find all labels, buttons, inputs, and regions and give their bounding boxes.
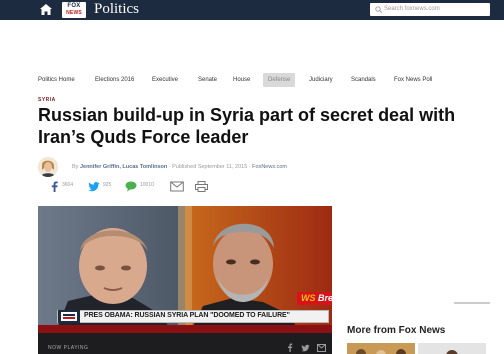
email-video-share-icon[interactable] (317, 344, 326, 352)
nav-item-house[interactable]: House (233, 73, 250, 87)
article-byline: By Jennifer Griffin, Lucas Tomlinson · P… (72, 164, 287, 170)
facebook-share-button[interactable] (50, 179, 59, 192)
twitter-share-button[interactable] (88, 179, 100, 192)
nav-item-politics-home[interactable]: Politics Home (38, 73, 75, 87)
video-control-bar: NOW PLAYING (38, 333, 332, 354)
breaking-news-ticker: WS Breakin (297, 292, 332, 305)
comment-icon (125, 181, 137, 192)
email-share-button[interactable] (170, 179, 184, 192)
chyron-red-bar (38, 325, 332, 333)
byline-prefix: By (72, 164, 79, 170)
ticker-right-text: Breakin (318, 293, 332, 303)
twitter-icon (88, 182, 100, 192)
chyron-headline: PRES OBAMA: RUSSIAN SYRIA PLAN "DOOMED T… (84, 312, 290, 319)
thumbnail-image-2 (418, 345, 486, 354)
email-icon (170, 181, 184, 192)
search-icon (375, 6, 382, 13)
nav-item-fox-news-poll[interactable]: Fox News Poll (394, 73, 432, 87)
fox-news-bug-icon (58, 310, 80, 323)
nav-item-elections-2016[interactable]: Elections 2016 (95, 73, 134, 87)
thumbnail-image-1 (347, 345, 415, 354)
twitter-video-share-icon[interactable] (301, 344, 310, 352)
fox-news-logo[interactable]: FOX NEWS (62, 2, 86, 18)
comments-button[interactable] (125, 179, 137, 192)
facebook-icon (51, 181, 58, 192)
nav-item-defense[interactable]: Defense (263, 73, 296, 87)
top-header: FOX NEWS Politics Search foxnews.com (0, 0, 504, 20)
byline-authors[interactable]: Jennifer Griffin, Lucas Tomlinson (80, 164, 167, 170)
home-icon[interactable] (40, 4, 52, 15)
related-story-thumbnail-1[interactable] (347, 343, 415, 354)
related-story-thumbnail-2[interactable] (418, 343, 486, 354)
facebook-video-share-icon[interactable] (287, 343, 293, 352)
print-icon (195, 181, 208, 192)
nav-item-judiciary[interactable]: Judiciary (309, 73, 333, 87)
article-video-player[interactable]: WS Breakin PRES OBAMA: RUSSIAN SYRIA PLA… (38, 206, 332, 354)
byline-source[interactable]: FoxNews.com (252, 164, 287, 170)
nav-item-scandals[interactable]: Scandals (351, 73, 376, 87)
search-input[interactable]: Search foxnews.com (370, 3, 490, 16)
article-kicker[interactable]: SYRIA (38, 97, 56, 103)
byline-published: · Published September 11, 2015 · (168, 164, 251, 170)
article-headline: Russian build-up in Syria part of secret… (38, 105, 456, 147)
advertisement-label (454, 302, 490, 304)
nav-item-executive[interactable]: Executive (152, 73, 178, 87)
search-placeholder: Search foxnews.com (384, 6, 440, 12)
nav-item-senate[interactable]: Senate (198, 73, 217, 87)
print-button[interactable] (195, 179, 208, 192)
author-avatar[interactable] (38, 157, 58, 177)
section-title[interactable]: Politics (94, 1, 139, 18)
chyron-lower-third: PRES OBAMA: RUSSIAN SYRIA PLAN "DOOMED T… (57, 310, 329, 323)
share-bar: 3604 925 10010 (50, 179, 220, 192)
more-from-fox-news-heading: More from Fox News (347, 325, 446, 336)
logo-line-1: FOX (67, 3, 81, 9)
author-portrait-icon (38, 157, 58, 177)
now-playing-label: NOW PLAYING (48, 345, 89, 351)
politics-subnav: Politics Home Elections 2016 Executive S… (38, 73, 458, 87)
ticker-left-text: WS (301, 293, 316, 303)
logo-line-2: NEWS (66, 10, 82, 16)
facebook-share-count: 3604 (62, 182, 74, 188)
twitter-share-count: 925 (103, 182, 112, 188)
comments-count: 10010 (140, 182, 154, 188)
